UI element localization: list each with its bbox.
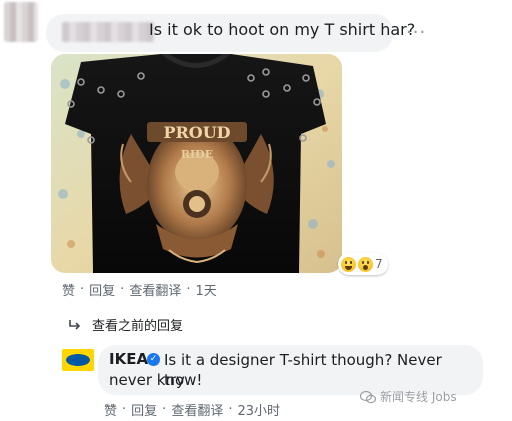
comment-photo[interactable]: PROUD RIDE xyxy=(51,54,342,273)
haha-reaction-icon xyxy=(341,256,356,272)
separator: · xyxy=(186,282,191,297)
tshirt-photo-graphic: PROUD RIDE xyxy=(51,54,342,273)
reply-text: Is it a designer T-shirt though? Never t… xyxy=(109,350,464,390)
view-previous-replies-label[interactable]: 查看之前的回复 xyxy=(92,315,183,334)
shirt-print-text-top: PROUD xyxy=(163,123,230,142)
shirt-print-text-bottom: RIDE xyxy=(181,148,213,161)
watermark-text: 新闻专线 Jobs xyxy=(380,390,457,404)
watermark: 新闻专线 Jobs xyxy=(360,388,457,405)
reaction-summary[interactable]: 7 xyxy=(338,253,388,275)
reply-text-line1: Is it a designer T-shirt though? Never t… xyxy=(164,351,442,389)
reply-text-line2: never know! xyxy=(109,371,203,389)
separator: · xyxy=(80,282,85,297)
comment-text: Is it ok to hoot on my T shirt har? xyxy=(149,20,416,39)
ikea-logo-icon xyxy=(66,354,90,366)
view-previous-replies[interactable]: 查看之前的回复 xyxy=(68,315,183,334)
reply-actions: 赞 · 回复 · 查看翻译 · 23小时 xyxy=(104,400,280,419)
wow-reaction-icon xyxy=(358,256,373,272)
commenter-avatar[interactable] xyxy=(4,2,38,42)
more-options-icon[interactable]: ··· xyxy=(406,22,426,43)
translate-link[interactable]: 查看翻译 xyxy=(129,280,181,299)
reply-link[interactable]: 回复 xyxy=(131,400,157,419)
like-link[interactable]: 赞 xyxy=(104,400,117,419)
separator: · xyxy=(120,282,125,297)
separator: · xyxy=(228,402,233,417)
comment-timestamp[interactable]: 1天 xyxy=(195,280,216,299)
translate-link[interactable]: 查看翻译 xyxy=(171,400,223,419)
like-link[interactable]: 赞 xyxy=(62,280,75,299)
ikea-avatar[interactable] xyxy=(62,349,94,371)
reply-link[interactable]: 回复 xyxy=(89,280,115,299)
reply-timestamp[interactable]: 23小时 xyxy=(237,400,280,419)
separator: · xyxy=(162,402,167,417)
separator: · xyxy=(122,402,127,417)
reply-author-name[interactable]: IKEA xyxy=(109,350,148,368)
comment-actions: 赞 · 回复 · 查看翻译 · 1天 xyxy=(62,280,217,299)
verified-badge-icon: ✓ xyxy=(147,353,160,366)
commenter-name-blurred[interactable] xyxy=(62,22,154,42)
wechat-icon xyxy=(360,390,376,403)
reaction-count: 7 xyxy=(375,257,383,271)
reply-arrow-icon xyxy=(69,319,81,330)
